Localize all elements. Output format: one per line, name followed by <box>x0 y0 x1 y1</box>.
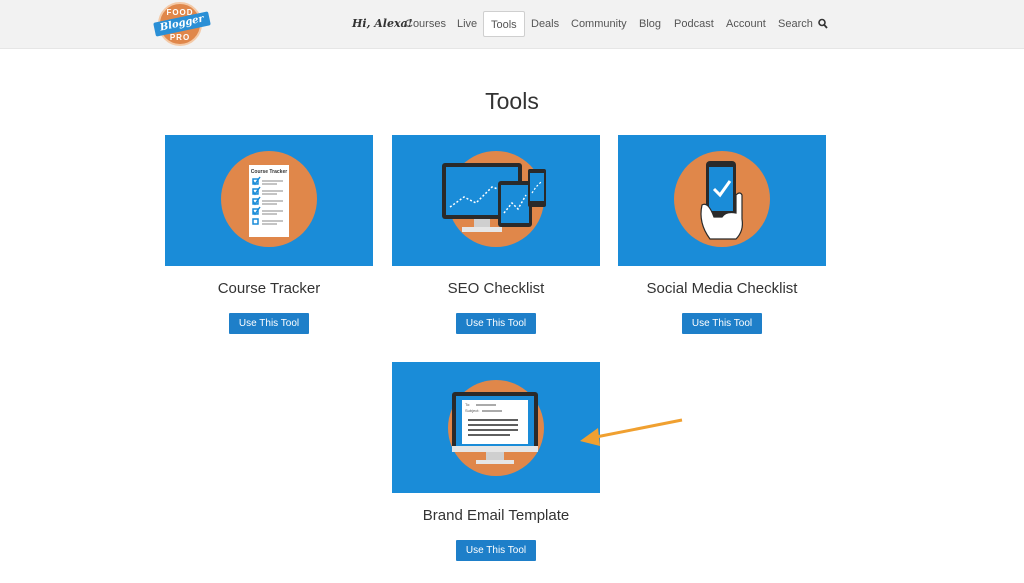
brand-email-template-image[interactable]: To: Subject: <box>392 362 600 493</box>
course-tracker-illustration-icon: Course Tracker <box>221 151 317 247</box>
site-header: FOOD Blogger PRO Hi, Alexa! Courses Live… <box>0 0 1024 49</box>
use-tool-button[interactable]: Use This Tool <box>229 313 309 334</box>
nav-item-podcast[interactable]: Podcast <box>674 11 714 37</box>
hand-phone-check-icon <box>674 151 770 247</box>
social-media-checklist-image[interactable] <box>618 135 826 266</box>
nav-greeting: Hi, Alexa! <box>352 17 413 30</box>
tool-title: Social Media Checklist <box>646 280 798 297</box>
nav-item-tools[interactable]: Tools <box>483 11 525 37</box>
email-subject-label: Subject: <box>465 408 479 413</box>
search-icon[interactable] <box>818 18 828 30</box>
tool-title: SEO Checklist <box>447 280 545 297</box>
seo-checklist-image[interactable] <box>392 135 600 266</box>
nav-item-live[interactable]: Live <box>457 11 477 37</box>
tool-title: Brand Email Template <box>422 507 570 524</box>
nav-item-community[interactable]: Community <box>571 11 627 37</box>
nav-item-deals[interactable]: Deals <box>531 11 559 37</box>
email-monitor-icon: To: Subject: <box>448 380 544 476</box>
tool-title: Course Tracker <box>217 280 321 297</box>
main-nav: Hi, Alexa! Courses Live Tools Deals Comm… <box>0 11 1024 37</box>
nav-item-search[interactable]: Search <box>778 11 813 37</box>
nav-item-account[interactable]: Account <box>726 11 766 37</box>
use-tool-button[interactable]: Use This Tool <box>456 540 536 561</box>
nav-item-courses[interactable]: Courses <box>405 11 446 37</box>
course-tracker-image-label: Course Tracker <box>251 169 287 175</box>
course-tracker-image[interactable]: Course Tracker <box>165 135 373 266</box>
nav-item-blog[interactable]: Blog <box>639 11 661 37</box>
use-tool-button[interactable]: Use This Tool <box>682 313 762 334</box>
email-to-label: To: <box>465 402 470 407</box>
devices-illustration-icon <box>442 151 546 247</box>
use-tool-button[interactable]: Use This Tool <box>456 313 536 334</box>
page-title: Tools <box>485 88 539 114</box>
